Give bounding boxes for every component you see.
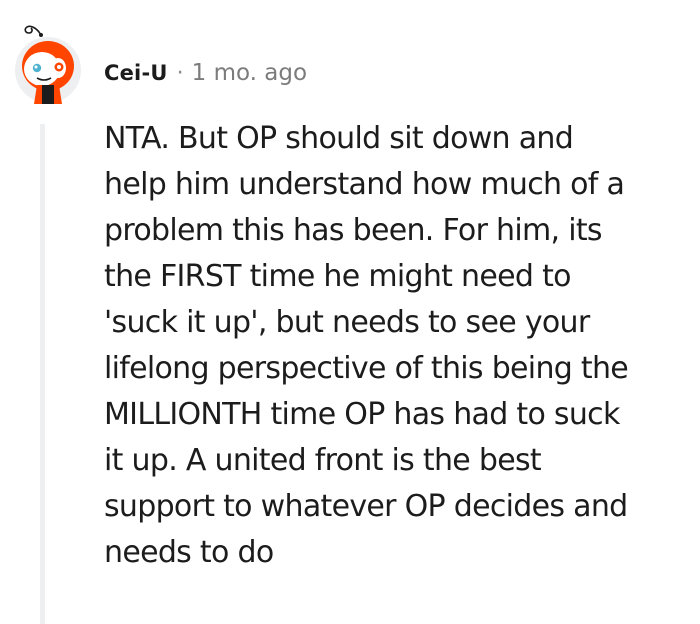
comment-text-line: help him understand how much of a [104,167,625,202]
comment-text-line: it up. A united front is the best [104,443,542,478]
meta-separator: · [176,60,184,86]
comment-text-line: MILLIONTH time OP has had to suck [104,397,620,432]
author-username[interactable]: Cei-U [104,61,168,85]
comment-text-line: needs to do [104,535,274,570]
comment-text-line: NTA. But OP should sit down and [104,121,574,156]
comment-body: NTA. But OP should sit down and help him… [104,116,694,576]
snoo-avatar-icon [15,25,81,104]
comment-header: Cei-U · 1 mo. ago [104,57,307,89]
comment-text-line: the FIRST time he might need to [104,259,571,294]
comment-timestamp[interactable]: 1 mo. ago [192,60,307,86]
user-avatar[interactable] [13,14,83,104]
comment-text-line: support to whatever OP decides and [104,489,628,524]
comment-text-line: 'suck it up', but needs to see your [104,305,590,340]
comment-text-line: lifelong perspective of this being the [104,351,629,386]
comment-text-line: problem this has been. For him, its [104,213,603,248]
thread-collapse-line[interactable] [40,124,45,624]
